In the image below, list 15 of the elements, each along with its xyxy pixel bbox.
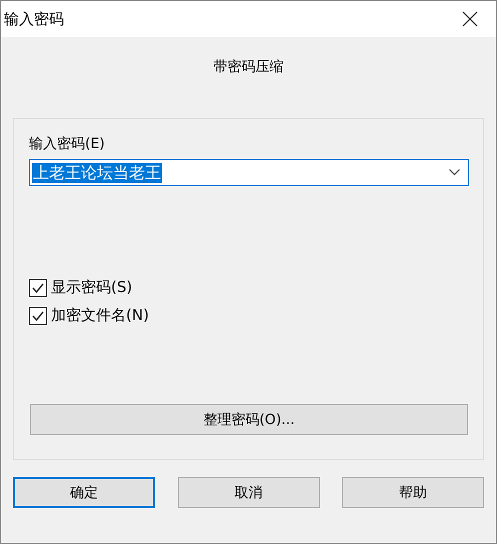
window-title: 输入密码 <box>4 10 64 28</box>
caret-icon[interactable] <box>449 169 460 176</box>
dialog-button[interactable]: 确定 <box>13 477 155 508</box>
field-label: 输入密码(E) <box>29 135 106 154</box>
checkbox-label: 加密文件名(N) <box>51 306 149 325</box>
close-icon[interactable] <box>462 11 478 27</box>
checkbox[interactable] <box>29 306 47 324</box>
checkbox-label: 显示密码(S) <box>51 278 132 297</box>
password-combo-field[interactable]: 上老王论坛当老王 <box>29 159 469 186</box>
dialog-button[interactable]: 帮助 <box>342 477 484 508</box>
password-value: 上老王论坛当老王 <box>32 162 162 182</box>
dialog-button[interactable]: 取消 <box>178 477 320 508</box>
organize-passwords-button[interactable]: 整理密码(O)... <box>30 404 468 435</box>
dialog-subtitle: 带密码压缩 <box>212 58 284 77</box>
checkbox[interactable] <box>29 278 47 296</box>
